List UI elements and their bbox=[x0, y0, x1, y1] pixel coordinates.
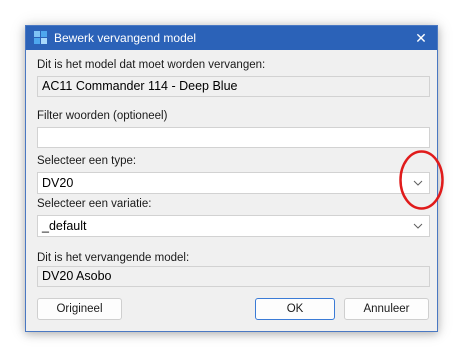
original-model-label: Dit is het model dat moet worden vervang… bbox=[37, 59, 266, 71]
type-select[interactable]: DV20 bbox=[37, 172, 430, 194]
chevron-down-icon[interactable] bbox=[411, 216, 425, 236]
replacement-model-field: DV20 Asobo bbox=[37, 266, 430, 287]
ok-button[interactable]: OK bbox=[255, 298, 335, 320]
original-model-field: AC11 Commander 114 - Deep Blue bbox=[37, 76, 430, 97]
replacement-model-label: Dit is het vervangende model: bbox=[37, 252, 190, 264]
screen: Bewerk vervangend model ✕ Dit is het mod… bbox=[0, 0, 456, 356]
app-icon bbox=[34, 31, 48, 45]
variation-select-value: _default bbox=[42, 219, 87, 233]
original-button[interactable]: Origineel bbox=[37, 298, 122, 320]
type-label: Selecteer een type: bbox=[37, 155, 137, 167]
close-icon: ✕ bbox=[415, 29, 427, 46]
filter-label: Filter woorden (optioneel) bbox=[37, 110, 168, 122]
close-button[interactable]: ✕ bbox=[405, 26, 437, 50]
variation-label: Selecteer een variatie: bbox=[37, 198, 152, 210]
window-title: Bewerk vervangend model bbox=[54, 31, 197, 45]
type-select-value: DV20 bbox=[42, 176, 74, 190]
title-bar: Bewerk vervangend model ✕ bbox=[26, 26, 437, 50]
chevron-down-icon[interactable] bbox=[411, 173, 425, 193]
filter-input[interactable] bbox=[37, 127, 430, 148]
cancel-button[interactable]: Annuleer bbox=[344, 298, 429, 320]
dialog-window: Bewerk vervangend model ✕ Dit is het mod… bbox=[25, 25, 438, 332]
variation-select[interactable]: _default bbox=[37, 215, 430, 237]
